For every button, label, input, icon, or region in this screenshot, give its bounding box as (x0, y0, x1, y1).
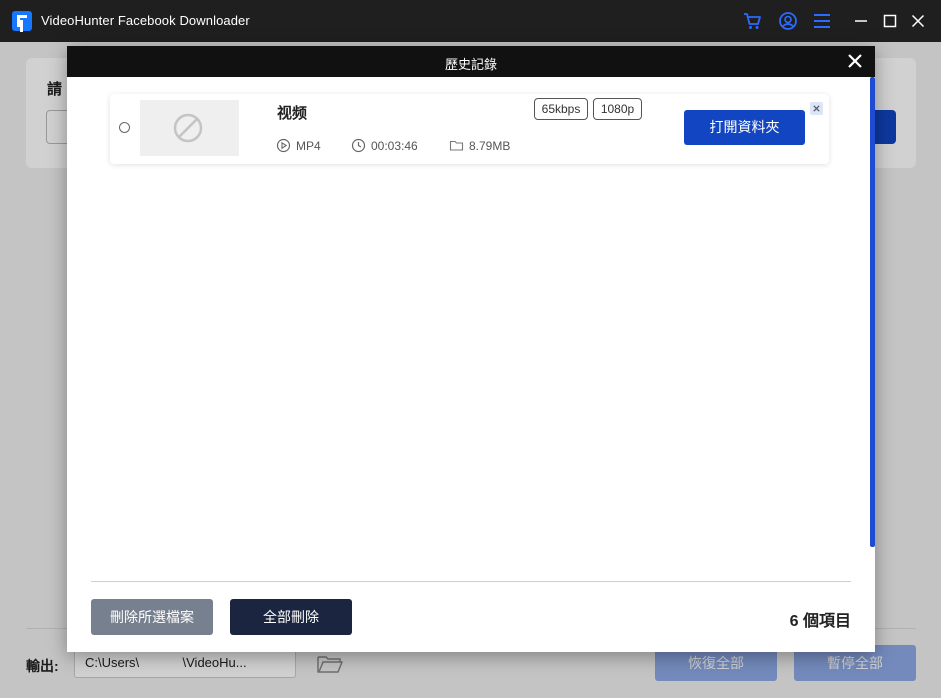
item-select-radio[interactable] (119, 122, 130, 133)
item-duration: 00:03:46 (351, 138, 418, 153)
folder-small-icon (449, 140, 464, 151)
scrollbar-thumb[interactable] (870, 77, 875, 547)
item-format: MP4 (276, 138, 321, 153)
dialog-divider (91, 581, 851, 582)
close-dialog-icon[interactable] (845, 51, 865, 71)
remove-item-icon[interactable] (810, 102, 823, 115)
bitrate-badge: 65kbps (534, 98, 588, 120)
history-dialog-header: 歷史記錄 (67, 46, 875, 77)
open-folder-button[interactable]: 打開資料夾 (684, 110, 805, 145)
item-title: 视频 (277, 105, 308, 122)
item-size: 8.79MB (449, 138, 510, 153)
delete-selected-button[interactable]: 刪除所選檔案 (91, 599, 213, 635)
history-dialog: 歷史記錄 视频 MP4 00:03:46 8.79MB 65kbps 1080p… (67, 46, 875, 652)
minimize-icon[interactable] (850, 10, 872, 32)
account-icon[interactable] (778, 11, 798, 31)
maximize-icon[interactable] (879, 10, 901, 32)
play-icon (276, 138, 291, 153)
app-title: VideoHunter Facebook Downloader (41, 13, 250, 28)
menu-icon[interactable] (812, 11, 832, 31)
history-item: 视频 MP4 00:03:46 8.79MB 65kbps 1080p 打開資料… (110, 94, 829, 164)
item-format-text: MP4 (296, 138, 321, 153)
item-thumbnail (140, 100, 239, 156)
delete-all-button[interactable]: 全部刪除 (230, 599, 352, 635)
clock-icon (351, 138, 366, 153)
cart-icon[interactable] (742, 11, 762, 31)
no-thumbnail-icon (173, 113, 203, 143)
item-count-label: 6 個項目 (789, 613, 851, 630)
resolution-badge: 1080p (593, 98, 642, 120)
close-icon[interactable] (907, 10, 929, 32)
item-duration-text: 00:03:46 (371, 138, 418, 153)
title-bar: VideoHunter Facebook Downloader (0, 0, 941, 42)
app-logo-icon (12, 11, 32, 31)
item-size-text: 8.79MB (469, 138, 511, 153)
history-dialog-title: 歷史記錄 (444, 57, 497, 72)
